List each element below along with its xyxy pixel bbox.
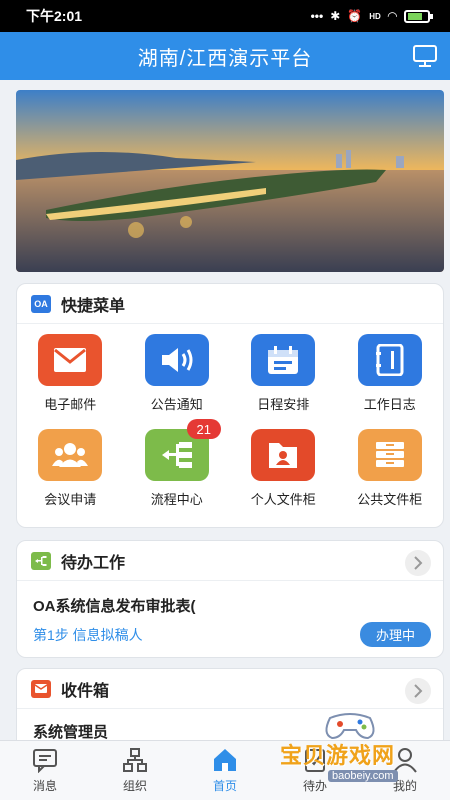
quick-menu-header: OA 快捷菜单	[17, 284, 443, 324]
banner-image[interactable]	[16, 90, 444, 272]
todo-title: 待办工作	[61, 554, 126, 572]
menu-label: 流程中心	[150, 492, 203, 507]
todo-item-step: 第1步 信息拟稿人	[33, 626, 143, 643]
menu-item-public-files[interactable]: 公共文件柜	[337, 429, 444, 524]
quick-menu-grid: 电子邮件 公告通知 日程安排 工作日志 会议申请 21 流程中心 个人文件柜 公…	[17, 324, 443, 524]
todo-item-title[interactable]: OA系统信息发布审批表(	[17, 581, 443, 616]
todo-status-badge: 办理中	[359, 622, 431, 647]
menu-item-notice[interactable]: 公告通知	[124, 334, 231, 429]
menu-label: 会议申请	[44, 492, 97, 507]
todo-card: 待办工作 OA系统信息发布审批表( 第1步 信息拟稿人 办理中	[16, 540, 444, 658]
menu-item-email[interactable]: 电子邮件	[17, 334, 124, 429]
mail-icon	[38, 334, 103, 386]
todo-header: 待办工作	[17, 541, 443, 581]
inbox-header: 收件箱	[17, 669, 443, 709]
menu-label: 日程安排	[257, 397, 310, 412]
status-icons: ••• ✱ ⏰ HD ◠	[310, 9, 433, 23]
tab-label: 消息	[32, 779, 57, 793]
calendar-icon	[251, 334, 316, 386]
speaker-icon	[144, 334, 209, 386]
tab-messages[interactable]: 消息	[0, 741, 90, 800]
chevron-right-icon	[414, 684, 423, 698]
watermark-text: 宝贝游戏网	[280, 743, 396, 768]
status-bar: 下午2:01 ••• ✱ ⏰ HD ◠	[0, 0, 450, 32]
menu-label: 公共文件柜	[357, 492, 423, 507]
org-icon	[123, 748, 147, 772]
chevron-right-icon	[414, 556, 423, 570]
group-icon	[38, 429, 103, 481]
tab-label: 首页	[212, 779, 237, 793]
bluetooth-icon: ✱	[330, 9, 341, 23]
menu-label: 电子邮件	[44, 397, 97, 412]
signal-hd-label: HD	[369, 11, 381, 21]
folder-user-icon	[251, 429, 316, 481]
flow-small-icon	[31, 551, 51, 570]
battery-icon	[404, 9, 433, 23]
menu-item-workflow[interactable]: 21 流程中心	[124, 419, 231, 524]
watermark-url: baobeiy.com	[328, 770, 398, 782]
notebook-icon	[357, 334, 422, 386]
menu-item-meeting[interactable]: 会议申请	[17, 429, 124, 524]
alarm-icon: ⏰	[347, 9, 363, 23]
menu-label: 工作日志	[363, 397, 416, 412]
quick-menu-card: OA 快捷菜单 电子邮件 公告通知 日程安排 工作日志 会议申请 21 流程中心…	[16, 283, 444, 528]
inbox-mail-icon	[31, 679, 51, 698]
inbox-more-button[interactable]	[405, 678, 431, 704]
status-time: 下午2:01	[26, 8, 83, 24]
todo-item-row[interactable]: 第1步 信息拟稿人 办理中	[17, 616, 443, 647]
todo-more-button[interactable]	[405, 550, 431, 576]
page-title: 湖南/江西演示平台	[137, 47, 313, 70]
menu-item-personal-files[interactable]: 个人文件柜	[230, 429, 337, 524]
monitor-icon[interactable]	[412, 44, 438, 68]
cabinet-icon	[357, 429, 422, 481]
tab-organization[interactable]: 组织	[90, 741, 180, 800]
menu-label: 个人文件柜	[250, 492, 316, 507]
workflow-count-badge: 21	[186, 419, 221, 439]
tab-home[interactable]: 首页	[180, 741, 270, 800]
tab-label: 组织	[122, 779, 147, 793]
message-icon	[33, 749, 57, 773]
flow-icon: 21	[144, 419, 221, 481]
wifi-icon: ◠	[387, 9, 397, 23]
dots-icon: •••	[310, 9, 324, 23]
oa-icon: OA	[31, 294, 51, 313]
menu-label: 公告通知	[150, 397, 203, 412]
menu-item-worklog[interactable]: 工作日志	[337, 334, 444, 429]
menu-item-schedule[interactable]: 日程安排	[230, 334, 337, 429]
app-header: 湖南/江西演示平台	[0, 32, 450, 80]
watermark: 宝贝游戏网 baobeiy.com	[270, 708, 440, 788]
home-icon	[214, 749, 236, 771]
quick-menu-title: 快捷菜单	[61, 297, 126, 315]
gamepad-icon	[325, 713, 375, 740]
inbox-title: 收件箱	[61, 682, 110, 700]
